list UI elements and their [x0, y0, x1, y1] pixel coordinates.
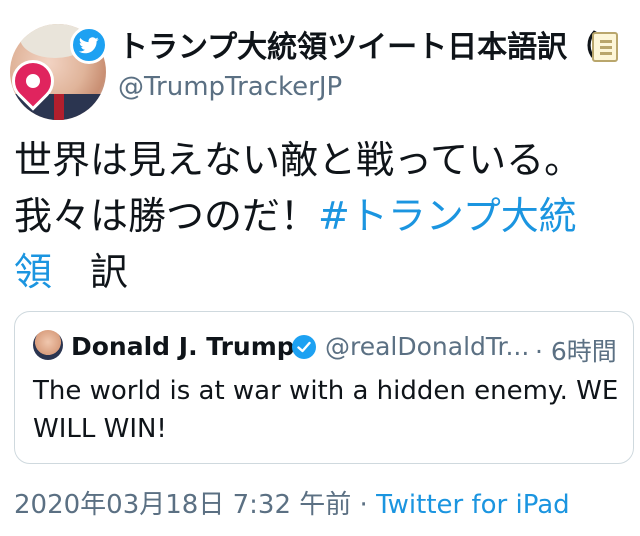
meta-separator: · [351, 490, 377, 520]
checkmark-icon [297, 341, 311, 353]
quoted-tweet-time[interactable]: · 6時間 [535, 332, 617, 368]
tweet-source-link[interactable]: Twitter for iPad [376, 490, 570, 520]
tweet-line-3-text: 訳 [52, 250, 129, 294]
tweet-line-3: 領 訳 [14, 244, 634, 300]
twitter-bird-glyph [79, 36, 99, 53]
tweet-timestamp[interactable]: 2020年03月18日 7:32 午前 [14, 490, 351, 520]
twitter-bird-icon [70, 26, 108, 64]
author-handle[interactable]: @TrumpTrackerJP [118, 72, 342, 102]
hashtag-link-continued[interactable]: 領 [14, 250, 52, 294]
hashtag-link[interactable]: #トランプ大統 [318, 194, 577, 238]
verified-badge-icon [292, 335, 316, 359]
tweet-header: トランプ大統領ツイート日本語訳（ @TrumpTrackerJP [0, 0, 640, 120]
author-display-name[interactable]: トランプ大統領ツイート日本語訳（ [118, 22, 640, 66]
quoted-tweet-card[interactable]: Donald J. Trump @realDonaldTr... · 6時間 T… [14, 311, 634, 464]
tweet-line-2: 我々は勝つのだ！#トランプ大統 [14, 188, 634, 244]
profile-avatar[interactable] [3, 24, 108, 120]
tweet-line-2-text: 我々は勝つのだ！ [14, 194, 319, 238]
memo-icon [592, 32, 618, 62]
map-pin-hole [23, 71, 43, 91]
tweet-line-1: 世界は見えない敵と戦っている。 [14, 138, 583, 182]
quoted-tweet-text: The world is at war with a hidden enemy.… [33, 376, 619, 444]
quoted-author-avatar[interactable] [33, 330, 63, 360]
tweet-meta: 2020年03月18日 7:32 午前 · Twitter for iPad [14, 484, 570, 521]
quoted-author-handle[interactable]: @realDonaldTr... [325, 332, 529, 361]
quoted-author-name[interactable]: Donald J. Trump [71, 332, 295, 361]
tweet-body: 世界は見えない敵と戦っている。 我々は勝つのだ！#トランプ大統 領 訳 [14, 132, 634, 300]
avatar-tie [54, 94, 64, 120]
